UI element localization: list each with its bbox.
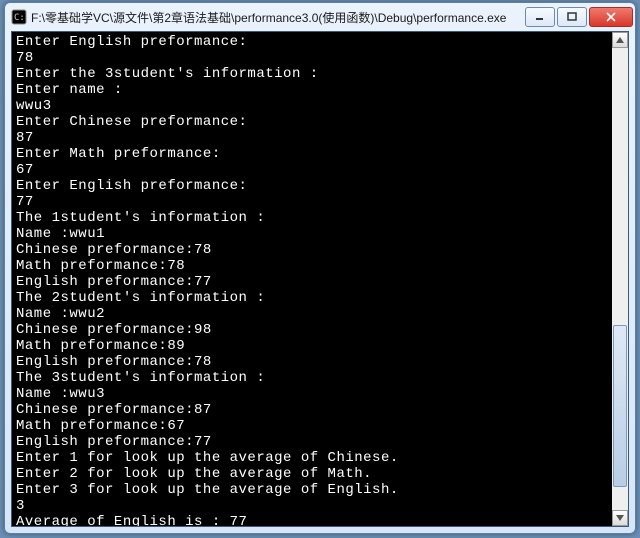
scroll-thumb[interactable] (613, 325, 627, 487)
app-window: C: F:\零基础学VC\源文件\第2章语法基础\performance3.0(… (4, 2, 636, 534)
scroll-track[interactable] (612, 48, 628, 510)
console-output: Enter English preformance: 78 Enter the … (16, 34, 624, 527)
maximize-button[interactable] (557, 7, 587, 27)
scroll-up-button[interactable] (612, 32, 628, 48)
console-client-area: Enter English preformance: 78 Enter the … (11, 31, 629, 527)
svg-text:C:: C: (14, 13, 25, 23)
titlebar[interactable]: C: F:\零基础学VC\源文件\第2章语法基础\performance3.0(… (5, 3, 635, 31)
close-button[interactable] (589, 7, 633, 27)
window-buttons (525, 7, 633, 27)
scroll-down-button[interactable] (612, 510, 628, 526)
vertical-scrollbar[interactable] (612, 32, 628, 526)
minimize-button[interactable] (525, 7, 555, 27)
window-title: F:\零基础学VC\源文件\第2章语法基础\performance3.0(使用函… (31, 9, 521, 26)
console-app-icon: C: (11, 9, 27, 25)
